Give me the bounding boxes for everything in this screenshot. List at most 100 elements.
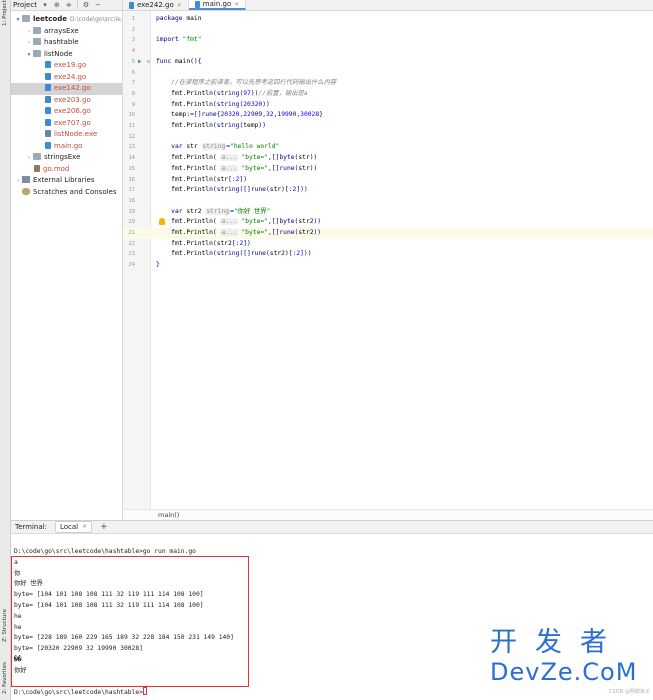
terminal-output-line: he <box>14 623 22 634</box>
terminal-output-line: byte= [20320 22909 32 19990 30028] <box>14 644 143 655</box>
terminal-output-line: 你好 <box>14 666 27 677</box>
editor-tab[interactable]: exe242.go ✕ <box>123 0 189 10</box>
code-line[interactable]: 22 fmt.Println(str2[:2]) <box>123 239 653 250</box>
line-number: 19 <box>128 208 135 215</box>
tree-item[interactable]: › External Libraries <box>11 175 122 187</box>
terminal-output-line: byte= [104 101 108 108 111 32 119 111 11… <box>14 601 204 612</box>
tree-item[interactable]: exe24.go <box>11 72 122 84</box>
code-line[interactable]: 14 fmt.Println( a... "byte=",[]byte(str)… <box>123 153 653 164</box>
favorites-tool-tab[interactable]: 2: Favorites <box>2 656 8 694</box>
editor-tab[interactable]: main.go ✕ <box>188 0 247 10</box>
tree-item[interactable]: exe203.go <box>11 95 122 107</box>
code-line[interactable]: 17 fmt.Println(string([]rune(str)[:2])) <box>123 185 653 196</box>
code-text: fmt.Println( a... "byte=",[]byte(str)) <box>171 154 318 162</box>
project-tool-tab[interactable]: 1: Project <box>2 0 8 26</box>
tree-item[interactable]: exe206.go <box>11 106 122 118</box>
close-icon[interactable]: ✕ <box>177 2 182 9</box>
code-line[interactable]: 13 var str string="hello world" <box>123 142 653 153</box>
code-line[interactable]: 15 fmt.Println( a... "byte=",[]rune(str)… <box>123 164 653 175</box>
terminal-prompt-line: D:\code\go\src\leetcode\hashtable>go run… <box>14 547 196 558</box>
add-terminal-icon[interactable]: + <box>100 522 108 532</box>
tree-item[interactable]: › stringsExe <box>11 152 122 164</box>
terminal-line-text: he <box>14 623 22 631</box>
tree-item[interactable]: exe707.go <box>11 118 122 130</box>
code-line[interactable]: 18 <box>123 196 653 207</box>
tree-item[interactable]: › arraysExe <box>11 26 122 38</box>
terminal-header: Terminal: Local ✕ + <box>11 520 653 534</box>
code-line[interactable]: 11 fmt.Println(string(temp)) <box>123 121 653 132</box>
breadcrumb[interactable]: main() <box>123 509 653 520</box>
code-text: temp:=[]rune{20320,22909,32,19990,30028} <box>171 111 323 119</box>
code-editor[interactable]: 1 package main 2 3 import "fmt" 4 5 ▶ ⊟ func main… <box>123 11 653 509</box>
terminal-line-text: a <box>14 558 18 566</box>
breadcrumb-item[interactable]: main() <box>158 511 179 519</box>
minimize-icon[interactable]: − <box>94 1 102 9</box>
fold-icon[interactable]: ⊟ <box>147 57 150 68</box>
code-line[interactable]: 12 <box>123 132 653 143</box>
go-file-icon <box>45 84 51 91</box>
collapse-icon[interactable]: ≑ <box>65 1 73 9</box>
code-line[interactable]: 21 fmt.Println( a... "byte=",[]rune(str2… <box>123 228 653 239</box>
code-line[interactable]: 16 fmt.Println(str[:2]) <box>123 175 653 186</box>
code-line[interactable]: 19 var str2 string="你好 世界" <box>123 207 653 218</box>
go-file-icon <box>129 1 134 9</box>
settings-icon[interactable]: ⚙ <box>82 1 90 9</box>
code-line[interactable]: 10 temp:=[]rune{20320,22909,32,19990,300… <box>123 110 653 121</box>
tree-item[interactable]: exe19.go <box>11 60 122 72</box>
code-line[interactable]: 9 fmt.Println(string(20320)) <box>123 100 653 111</box>
left-tool-strip: 1: Project Z: Structure 2: Favorites <box>0 0 11 700</box>
terminal-tab-local[interactable]: Local ✕ <box>54 521 93 533</box>
go-file-icon <box>45 72 51 80</box>
code-line[interactable]: 24} <box>123 260 653 271</box>
tree-item[interactable]: exe142.go <box>11 83 122 95</box>
terminal-cursor[interactable] <box>142 687 147 696</box>
line-number: 4 <box>131 48 135 55</box>
editor-tab-label: exe242.go <box>137 1 174 9</box>
code-line[interactable]: 7 //在读程序之前读者，可以先思考这四行代码输出什么内容 <box>123 78 653 89</box>
target-icon[interactable]: ⊕ <box>53 1 61 9</box>
tree-item-label: Scratches and Consoles <box>33 187 117 196</box>
terminal-line-text: byte= [20320 22909 32 19990 30028] <box>14 645 143 653</box>
terminal-line-text: he <box>14 612 22 620</box>
folder-icon <box>33 153 41 160</box>
tree-item-label: listNode <box>44 49 73 58</box>
code-line[interactable]: 6 <box>123 68 653 79</box>
project-panel-title[interactable]: Project <box>13 1 37 9</box>
structure-tool-tab[interactable]: Z: Structure <box>2 606 8 642</box>
scratch-icon <box>22 187 30 195</box>
tree-item[interactable]: listNode.exe <box>11 129 122 141</box>
code-line[interactable]: 20 fmt.Println( a... "byte=",[]byte(str2… <box>123 217 653 228</box>
dropdown-icon[interactable]: ▾ <box>41 1 49 9</box>
tree-item[interactable]: ▾ listNode <box>11 49 122 61</box>
run-icon[interactable]: ▶ <box>138 57 142 68</box>
code-line[interactable]: 23 fmt.Println(string([]rune(str2)[:2])) <box>123 249 653 260</box>
code-line[interactable]: 5 ▶ ⊟ func main(){ <box>123 57 653 68</box>
terminal-output-line: he <box>14 612 22 623</box>
line-number: 22 <box>128 240 135 247</box>
watermark-line1: 开发者 <box>490 627 625 658</box>
tree-item[interactable]: go.mod <box>11 164 122 176</box>
terminal-output-line: 你好 世界 <box>14 579 43 590</box>
line-number: 9 <box>131 101 135 108</box>
tree-item[interactable]: ▾ leetcode D:\code\go\src\le... <box>11 14 122 26</box>
code-line[interactable]: 4 <box>123 46 653 57</box>
terminal-line-text: D:\code\go\src\leetcode\hashtable> <box>14 689 143 697</box>
code-line[interactable]: 2 <box>123 25 653 36</box>
line-number: 10 <box>128 112 135 119</box>
close-icon[interactable]: ✕ <box>82 523 87 531</box>
code-line[interactable]: 3 import "fmt" <box>123 35 653 46</box>
code-text: fmt.Println( a... "byte=",[]rune(str)) <box>171 164 318 172</box>
code-line[interactable]: 1 package main <box>123 14 653 25</box>
code-text: fmt.Println(str2[:2]) <box>171 239 251 247</box>
tree-item[interactable]: main.go <box>11 141 122 153</box>
line-number: 21 <box>128 230 135 236</box>
close-icon[interactable]: ✕ <box>234 1 239 8</box>
tree-item-label: exe24.go <box>54 72 87 81</box>
line-number: 23 <box>128 251 135 258</box>
line-number: 1 <box>131 16 135 22</box>
code-line[interactable]: 8 fmt.Println(string(97))//前置，输出是a <box>123 89 653 100</box>
line-number: 15 <box>128 165 135 172</box>
tree-item[interactable]: Scratches and Consoles <box>11 187 122 199</box>
output-highlight-box <box>11 556 249 687</box>
tree-item[interactable]: › hashtable <box>11 37 122 49</box>
